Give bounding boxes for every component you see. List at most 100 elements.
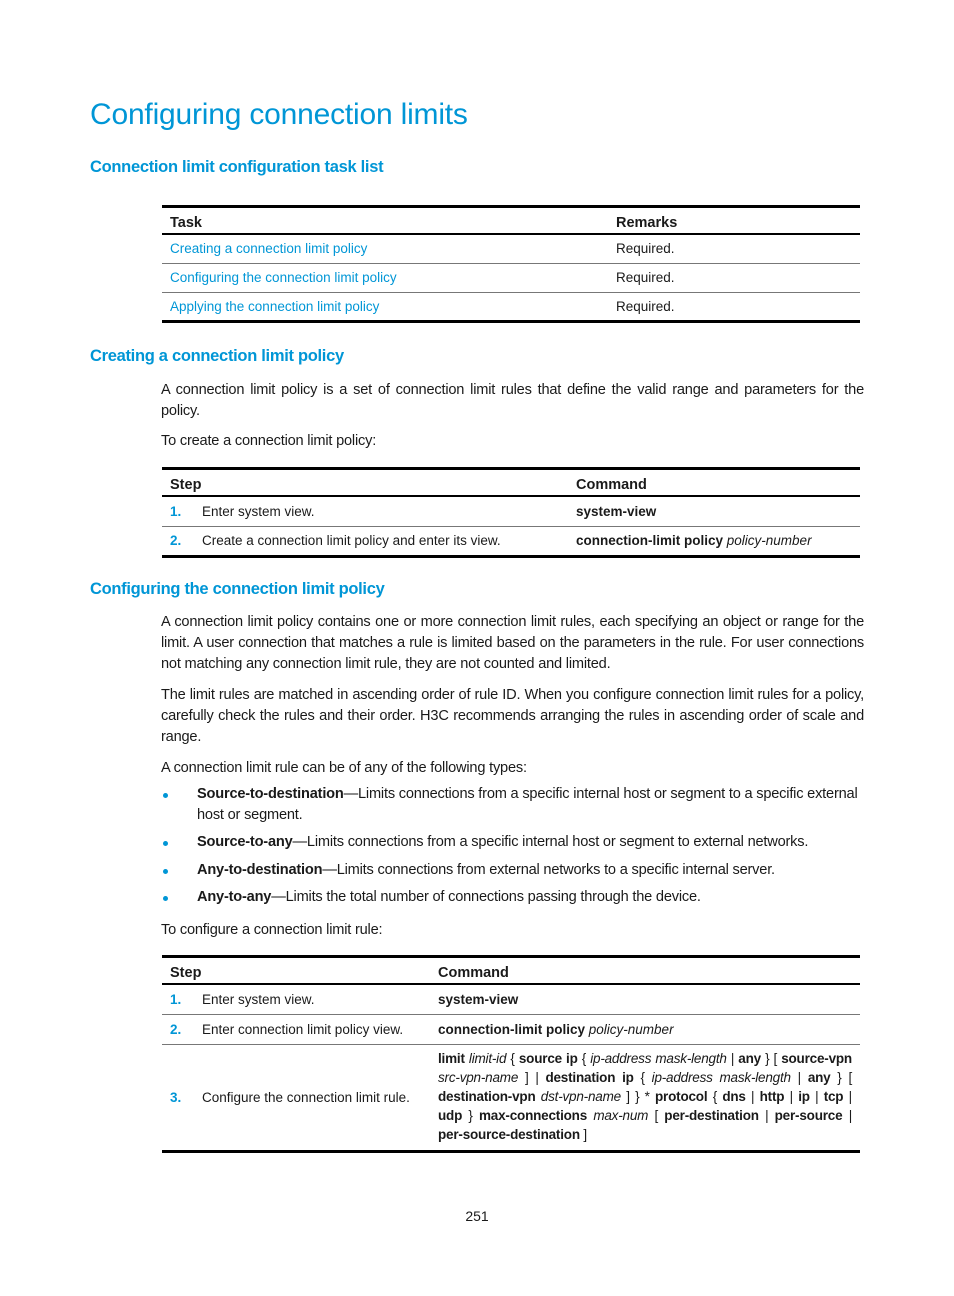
table-header-row: Task Remarks [162,205,860,235]
command-punctuation: | [843,1088,853,1104]
command-keyword: http [759,1088,785,1104]
command-keyword: connection-limit policy [438,1021,586,1037]
command-punctuation: | [809,1088,824,1104]
command-argument: limit-id [468,1050,507,1066]
bullet-term: Source-to-any [197,834,293,850]
bullet-term: Any-to-any [197,889,272,905]
task-link-configuring[interactable]: Configuring the connection limit policy [170,270,397,285]
table-row: 1. Enter system view. system-view [162,984,860,1015]
create-policy-steps-table: Step Command 1. Enter system view. system… [162,467,860,558]
command-argument: dst-vpn-name [540,1088,621,1104]
command-keyword: protocol [655,1088,708,1104]
bullet-term: Any-to-destination [197,862,323,878]
command-argument: max-num [593,1107,649,1123]
command-keyword: per-destination [664,1107,759,1123]
step-number: 2. [170,1021,182,1037]
remarks-cell: Required. [608,234,860,264]
command-punctuation: { [633,1069,652,1085]
command-argument: ip-address mask-length [651,1069,791,1085]
command-punctuation: | [784,1088,799,1104]
paragraph: A connection limit policy contains one o… [161,614,864,672]
command-keyword: connection-limit policy [576,533,724,548]
command-argument: src-vpn-name [438,1069,519,1085]
command-punctuation: | [842,1107,853,1123]
list-item: Any-to-destination—Limits connections fr… [161,860,864,881]
column-header-command: Command [430,955,860,985]
task-link-creating[interactable]: Creating a connection limit policy [170,241,367,256]
configure-rule-steps-table: Step Command 1. Enter system view. system… [162,955,860,1153]
paragraph: A connection limit rule can be of any of… [161,760,527,776]
command-punctuation: | [745,1088,760,1104]
command-argument: policy-number [726,533,812,548]
step-description: Create a connection limit policy and ent… [202,533,501,548]
command-punctuation: ] } * [620,1088,656,1104]
section-heading-configuring: Configuring the connection limit policy [90,580,385,598]
command-punctuation: | [758,1107,775,1123]
step-number: 1. [170,991,182,1007]
step-description: Enter connection limit policy view. [202,1021,404,1037]
command-keyword: source-vpn [781,1050,852,1066]
paragraph: The limit rules are matched in ascending… [161,687,864,745]
command-punctuation: | [790,1069,808,1085]
step-description: Configure the connection limit rule. [202,1089,410,1105]
bullet-text: —Limits connections from a specific inte… [292,834,809,850]
column-header-remarks: Remarks [608,205,860,235]
column-header-step: Step [162,955,430,985]
command-keyword: destination ip [545,1069,634,1085]
command-punctuation: } [462,1107,479,1123]
task-link-applying[interactable]: Applying the connection limit policy [170,299,379,314]
command-punctuation: { [577,1050,591,1066]
table-row: 2. Create a connection limit policy and e… [162,526,860,558]
bullet-term: Source-to-destination [197,786,344,802]
step-number: 2. [170,533,182,548]
page-number: 251 [465,1208,489,1224]
section-heading-creating: Creating a connection limit policy [90,347,344,365]
table-row: 2. Enter connection limit policy view. co… [162,1014,860,1045]
command-keyword: system-view [438,991,519,1007]
command-keyword: dns [722,1088,746,1104]
command-keyword: source ip [518,1050,578,1066]
command-argument: ip-address mask-length [590,1050,727,1066]
table-header-row: Step Command [162,955,860,985]
section-heading-task-list: Connection limit configuration task list [90,158,384,176]
remarks-cell: Required. [608,263,860,293]
list-item: Any-to-any—Limits the total number of co… [161,887,864,908]
command-punctuation: } [ [760,1050,782,1066]
command-punctuation: | [726,1050,739,1066]
command-punctuation: { [707,1088,723,1104]
column-header-step: Step [162,467,568,497]
command-punctuation: } [ [830,1069,852,1085]
table-header-row: Step Command [162,467,860,497]
paragraph: To create a connection limit policy: [161,433,377,449]
command-keyword: any [807,1069,831,1085]
command-keyword: any [738,1050,761,1066]
column-header-task: Task [162,205,608,235]
step-description: Enter system view. [202,991,315,1007]
command-keyword: tcp [823,1088,844,1104]
command-punctuation: { [506,1050,519,1066]
table-row: 1. Enter system view. system-view [162,496,860,527]
command-argument: policy-number [588,1021,674,1037]
column-header-command: Command [568,467,860,497]
command-keyword: system-view [576,503,657,519]
paragraph: A connection limit policy is a set of co… [161,382,864,419]
step-number: 1. [170,503,182,519]
command-punctuation: [ [648,1107,665,1123]
command-punctuation: ] | [518,1069,546,1085]
limit-command-syntax: limit limit-id { source ip { ip-address … [430,1044,860,1153]
command-keyword: udp [438,1107,463,1123]
table-row: 3. Configure the connection limit rule. l… [162,1044,860,1153]
page-title: Configuring connection limits [90,98,468,131]
command-keyword: max-connections [479,1107,588,1123]
table-row: Applying the connection limit policy Req… [162,292,860,323]
step-description: Enter system view. [202,503,315,519]
task-list-table: Task Remarks Creating a connection limit… [162,205,860,323]
bullet-text: —Limits connections from external networ… [322,862,775,878]
command-keyword: per-source-destination [438,1126,580,1142]
command-keyword: per-source [774,1107,843,1123]
remarks-cell: Required. [608,292,860,323]
paragraph: To configure a connection limit rule: [161,922,383,938]
table-row: Creating a connection limit policy Requi… [162,234,860,264]
command-keyword: limit [438,1050,465,1066]
command-keyword: destination-vpn [438,1088,536,1104]
